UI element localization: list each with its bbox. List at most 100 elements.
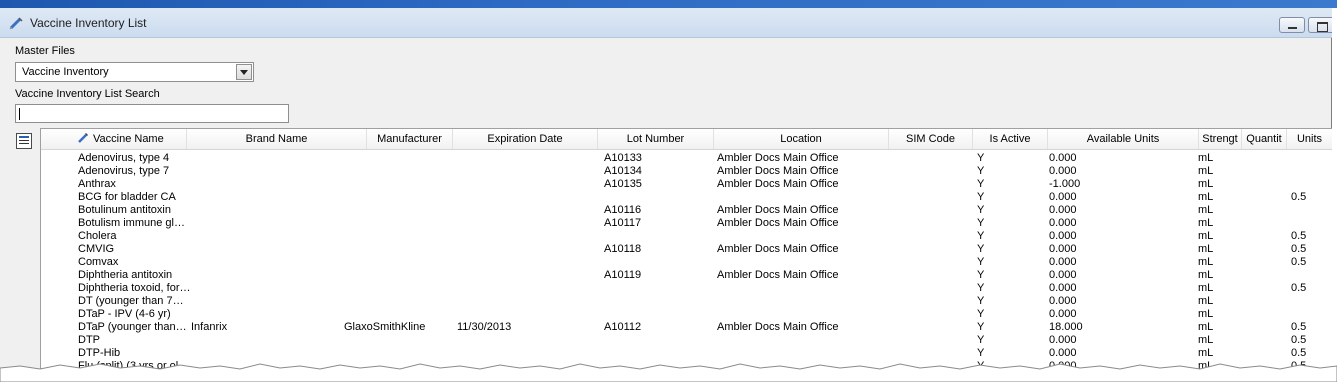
table-row[interactable]: Comvax Y 0.000 mL 0.5 <box>41 256 1332 269</box>
vaccine-inventory-window: Vaccine Inventory List Master Files Vacc… <box>0 8 1332 376</box>
column-chooser-icon[interactable] <box>16 133 32 149</box>
cell-strength: mL <box>1198 243 1214 255</box>
minimize-button[interactable] <box>1279 17 1305 33</box>
column-header-mfr[interactable]: Manufacturer <box>367 129 453 149</box>
cell-avail: 0.000 <box>1049 191 1077 203</box>
cell-strength: mL <box>1198 321 1214 333</box>
table-row[interactable]: DTaP - IPV (4-6 yr) Y 0.000 mL <box>41 308 1332 321</box>
edit-pencil-icon <box>78 132 89 143</box>
cell-avail: 18.000 <box>1049 321 1083 333</box>
cell-units: 0.5 <box>1291 334 1307 346</box>
cell-lot <box>604 347 719 360</box>
column-header-strength[interactable]: Strengt <box>1199 129 1242 149</box>
cell-active: Y <box>977 217 985 229</box>
cell-strength: mL <box>1198 191 1214 203</box>
table-row[interactable]: Adenovirus, type 4 A10133 Ambler Docs Main… <box>41 152 1332 165</box>
window-title: Vaccine Inventory List <box>30 16 147 30</box>
cell-lot: A10119 <box>604 269 642 281</box>
cell-active: Y <box>977 321 985 333</box>
cell-loc <box>717 334 892 347</box>
cell-avail: 0.000 <box>1049 334 1077 346</box>
column-header-units[interactable]: Units <box>1287 129 1332 149</box>
column-header-qty[interactable]: Quantit <box>1242 129 1287 149</box>
cell-qty <box>1246 230 1290 243</box>
cell-units <box>1291 295 1331 308</box>
cell-lot <box>604 191 719 204</box>
cell-mfr <box>344 165 469 178</box>
cell-qty <box>1246 347 1290 360</box>
cell-avail: 0.000 <box>1049 165 1077 177</box>
cell-strength: mL <box>1198 178 1214 190</box>
column-header-brand[interactable]: Brand Name <box>187 129 367 149</box>
cell-sim <box>893 269 977 282</box>
cell-loc: Ambler Docs Main Office <box>717 178 839 190</box>
column-header-avail[interactable]: Available Units <box>1048 129 1199 149</box>
cell-mfr <box>344 191 469 204</box>
table-row[interactable]: DTaP (younger than… Infanrix GlaxoSmithKli… <box>41 321 1332 334</box>
table-row[interactable]: Adenovirus, type 7 A10134 Ambler Docs Main… <box>41 165 1332 178</box>
cell-qty <box>1246 152 1290 165</box>
cell-avail: 0.000 <box>1049 256 1077 268</box>
cell-exp <box>457 282 602 295</box>
cell-units <box>1291 217 1331 230</box>
search-input[interactable] <box>15 104 289 123</box>
maximize-button[interactable] <box>1308 17 1332 33</box>
cell-loc <box>717 256 892 269</box>
table-row[interactable]: DT (younger than 7… Y 0.000 mL <box>41 295 1332 308</box>
syringe-icon <box>9 17 23 30</box>
column-header-name[interactable]: Vaccine Name <box>74 129 187 149</box>
cell-units <box>1291 178 1331 191</box>
cell-qty <box>1246 178 1290 191</box>
cell-sim <box>893 256 977 269</box>
column-header-loc[interactable]: Location <box>714 129 889 149</box>
table-row[interactable]: Anthrax A10135 Ambler Docs Main Office Y -1.… <box>41 178 1332 191</box>
cell-sim <box>893 295 977 308</box>
cell-exp: 11/30/2013 <box>457 321 512 333</box>
cell-active: Y <box>977 152 985 164</box>
column-header-sim[interactable]: SIM Code <box>889 129 973 149</box>
cell-sim <box>893 165 977 178</box>
cell-sim <box>893 347 977 360</box>
cell-mfr <box>344 282 469 295</box>
cell-strength: mL <box>1198 256 1214 268</box>
cell-lot: A10112 <box>604 321 642 333</box>
table-row[interactable]: Diphtheria antitoxin A10119 Ambler Docs Ma… <box>41 269 1332 282</box>
cell-units <box>1291 204 1331 217</box>
cell-exp <box>457 269 602 282</box>
cell-lot <box>604 282 719 295</box>
table-row[interactable]: BCG for bladder CA Y 0.000 mL 0.5 <box>41 191 1332 204</box>
cell-avail: 0.000 <box>1049 230 1077 242</box>
table-row[interactable]: Botulinum antitoxin A10116 Ambler Docs Mai… <box>41 204 1332 217</box>
column-header-active[interactable]: Is Active <box>973 129 1048 149</box>
cell-exp <box>457 308 602 321</box>
cell-qty <box>1246 321 1290 334</box>
column-header-exp[interactable]: Expiration Date <box>453 129 598 149</box>
cell-mfr <box>344 334 469 347</box>
cell-qty <box>1246 334 1290 347</box>
chevron-down-icon[interactable] <box>236 64 252 80</box>
table-row[interactable]: DTP-Hib Y 0.000 mL 0.5 <box>41 347 1332 360</box>
cell-units: 0.5 <box>1291 347 1307 359</box>
cell-loc <box>717 230 892 243</box>
cell-strength: mL <box>1198 347 1214 359</box>
grid-header: Vaccine Name Brand Name Manufacturer Expira… <box>41 129 1332 150</box>
cell-avail: 0.000 <box>1049 295 1077 307</box>
column-header-lot[interactable]: Lot Number <box>598 129 714 149</box>
search-label: Vaccine Inventory List Search <box>15 88 160 100</box>
cell-sim <box>893 178 977 191</box>
cell-exp <box>457 165 602 178</box>
cell-strength: mL <box>1198 230 1214 242</box>
cell-mfr <box>344 217 469 230</box>
cell-mfr <box>344 256 469 269</box>
table-row[interactable]: Botulism immune gl… A10117 Ambler Docs Mai… <box>41 217 1332 230</box>
table-row[interactable]: Cholera Y 0.000 mL 0.5 <box>41 230 1332 243</box>
cell-active: Y <box>977 308 985 320</box>
cell-active: Y <box>977 334 985 346</box>
cell-mfr <box>344 152 469 165</box>
table-row[interactable]: CMVIG A10118 Ambler Docs Main Office Y 0.000… <box>41 243 1332 256</box>
table-row[interactable]: Diphtheria toxoid, for… Y 0.000 mL 0.5 <box>41 282 1332 295</box>
master-files-dropdown[interactable]: Vaccine Inventory <box>15 62 254 82</box>
cell-exp <box>457 230 602 243</box>
cell-active: Y <box>977 269 985 281</box>
table-row[interactable]: DTP Y 0.000 mL 0.5 <box>41 334 1332 347</box>
